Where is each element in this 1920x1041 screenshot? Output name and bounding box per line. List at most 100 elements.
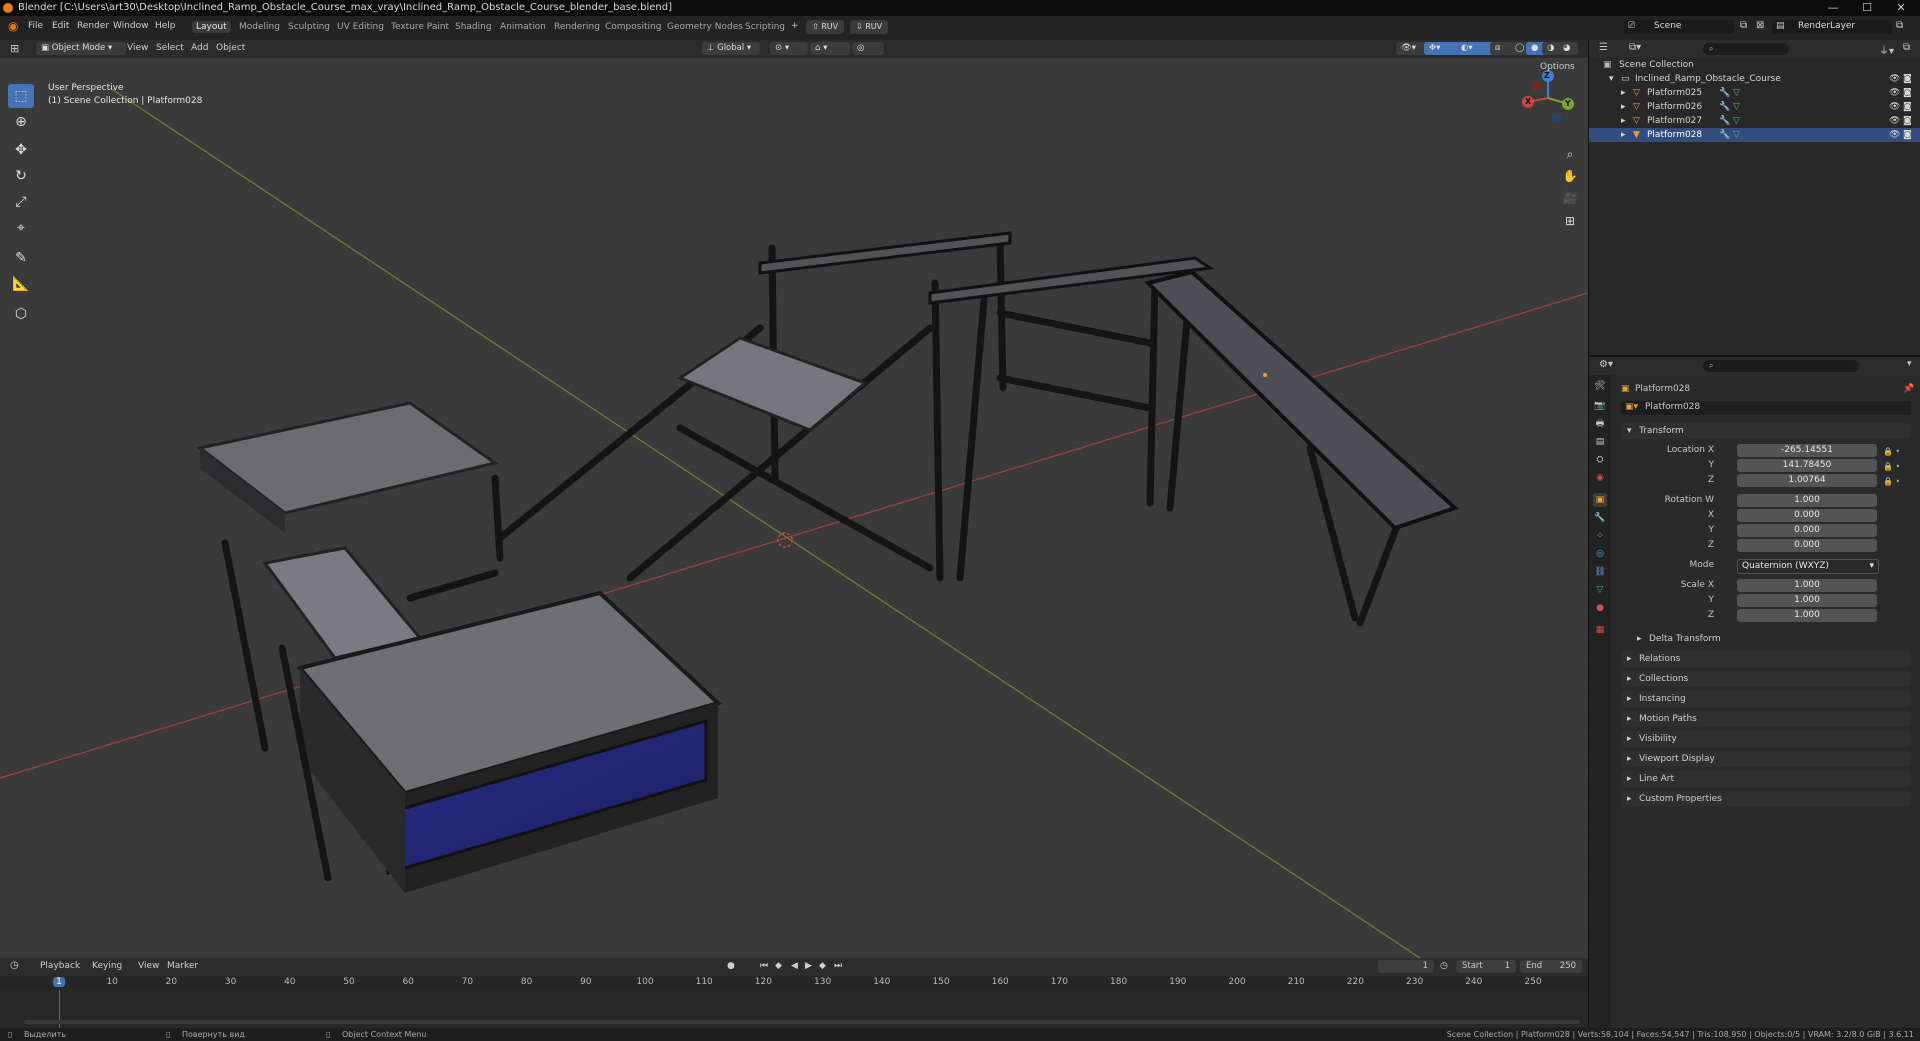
line-art-section[interactable]: ▸ Line Art [1621, 771, 1911, 787]
custom-properties-section[interactable]: ▸ Custom Properties [1621, 791, 1911, 807]
modifiers-tab-icon[interactable]: 🔧 [1593, 511, 1607, 525]
outliner-object-row[interactable]: ▸ ▽ Platform026 🔧 ▽ 👁 ◙ [1589, 100, 1920, 114]
view-layer-tab-icon[interactable]: ▤ [1593, 435, 1607, 449]
object-visibility-icon[interactable]: 👁 [1889, 100, 1900, 114]
scale-y-field[interactable]: 1.000 [1737, 594, 1877, 607]
object-render-icon[interactable]: ◙ [1903, 114, 1912, 128]
collection-expand-icon[interactable]: ▾ [1609, 72, 1614, 86]
frame-ruler[interactable]: 1 10 20 30 40 50 60 70 80 90 100 110 120 130 140 150 160… [0, 976, 1588, 990]
play-reverse-icon[interactable]: ◀ [791, 961, 798, 971]
object-render-icon[interactable]: ◙ [1903, 128, 1912, 142]
lock-icon[interactable]: 🔒 • [1883, 459, 1911, 474]
rotation-y-field[interactable]: 0.000 [1737, 524, 1877, 537]
material-tab-icon[interactable]: ● [1593, 601, 1607, 615]
new-layer-icon[interactable]: ⧉ [1896, 20, 1903, 31]
location-z-field[interactable]: 1.00764 [1737, 474, 1877, 487]
collection-visibility-icon[interactable]: 👁 [1889, 72, 1900, 86]
start-frame-field[interactable]: Start 1 [1456, 960, 1516, 973]
menu-add[interactable]: Add [191, 43, 208, 53]
add-cube-tool-icon[interactable]: ⬡ [8, 302, 34, 326]
maximize-button[interactable]: ☐ [1852, 0, 1882, 16]
close-button[interactable]: ✕ [1886, 0, 1916, 16]
next-key-icon[interactable]: ◆ [819, 961, 826, 971]
overlay-toggle[interactable]: ◐▾ [1456, 42, 1494, 55]
ruv-button-2[interactable]: ⇩ RUV [850, 20, 889, 34]
location-y-field[interactable]: 141.78450 [1737, 459, 1877, 472]
world-tab-icon[interactable]: ◉ [1593, 471, 1607, 485]
motion-paths-section[interactable]: ▸ Motion Paths [1621, 711, 1911, 727]
tab-rendering[interactable]: Rendering [550, 21, 604, 33]
instancing-section[interactable]: ▸ Instancing [1621, 691, 1911, 707]
outliner-scene-collection[interactable]: ▣ Scene Collection [1589, 58, 1920, 72]
pan-hand-icon[interactable]: ✋ [1560, 166, 1580, 186]
rotate-tool-icon[interactable]: ↻ [8, 164, 34, 188]
relations-section[interactable]: ▸ Relations [1621, 651, 1911, 667]
record-icon[interactable]: ● [727, 961, 735, 971]
pivot-selector[interactable]: ⊙ ▾ [770, 42, 808, 55]
menu-marker[interactable]: Marker [167, 961, 198, 971]
menu-playback[interactable]: Playback [40, 961, 80, 971]
modifier-icon[interactable]: 🔧 [1719, 100, 1730, 114]
ruv-button-1[interactable]: ⇧ RUV [806, 20, 845, 34]
collection-render-icon[interactable]: ◙ [1903, 72, 1912, 86]
menu-timeline-view[interactable]: View [138, 961, 159, 971]
object-expand-icon[interactable]: ▸ [1621, 86, 1626, 100]
object-render-icon[interactable]: ◙ [1903, 86, 1912, 100]
menu-select[interactable]: Select [156, 43, 184, 53]
vertical-area-divider[interactable] [1588, 40, 1589, 1028]
scale-z-field[interactable]: 1.000 [1737, 609, 1877, 622]
menu-object[interactable]: Object [216, 43, 245, 53]
add-workspace-button[interactable]: + [791, 21, 799, 31]
mesh-data-icon[interactable]: ▽ [1733, 86, 1740, 100]
move-tool-icon[interactable]: ✥ [8, 138, 34, 162]
physics-tab-icon[interactable]: ◎ [1593, 547, 1607, 561]
blender-menu-icon[interactable]: ◉ [8, 19, 18, 33]
prev-key-icon[interactable]: ◆ [775, 961, 782, 971]
viewport-display-section[interactable]: ▸ Viewport Display [1621, 751, 1911, 767]
lock-icon[interactable]: 🔒 • [1883, 474, 1911, 489]
menu-window[interactable]: Window [113, 21, 149, 31]
texture-tab-icon[interactable]: ▦ [1593, 623, 1607, 637]
tab-texture-paint[interactable]: Texture Paint [387, 21, 453, 33]
scale-tool-icon[interactable]: ⤢ [8, 190, 34, 214]
snap-toggle[interactable]: ⌂ ▾ [810, 42, 850, 55]
editor-type-icon[interactable]: ⊞ [10, 42, 19, 55]
rotation-x-field[interactable]: 0.000 [1737, 509, 1877, 522]
display-mode-icon[interactable]: ⧉▾ [1629, 42, 1641, 53]
annotate-tool-icon[interactable]: ✎ [8, 246, 34, 270]
rotation-z-field[interactable]: 0.000 [1737, 539, 1877, 552]
object-visibility-icon[interactable]: 👁 [1889, 128, 1900, 142]
pin-icon[interactable]: 📌 [1903, 384, 1914, 394]
menu-file[interactable]: File [28, 21, 43, 31]
minimize-button[interactable]: — [1818, 0, 1848, 16]
delta-transform-section[interactable]: ▸ Delta Transform [1631, 631, 1911, 647]
object-expand-icon[interactable]: ▸ [1621, 114, 1626, 128]
measure-tool-icon[interactable]: 📐 [8, 272, 34, 296]
render-tab-icon[interactable]: 📷 [1593, 399, 1607, 413]
mesh-data-icon[interactable]: ▽ [1733, 128, 1740, 142]
visibility-section[interactable]: ▸ Visibility [1621, 731, 1911, 747]
ortho-toggle-icon[interactable]: ⊞ [1560, 211, 1580, 231]
current-frame-field[interactable]: 1 [1378, 960, 1434, 973]
transform-tool-icon[interactable]: ⌖ [8, 216, 34, 240]
menu-help[interactable]: Help [155, 21, 176, 31]
orientation-selector[interactable]: ⊥ Global ▾ [702, 42, 760, 55]
rotation-mode-dropdown[interactable]: Quaternion (WXYZ) ▾ [1737, 559, 1879, 574]
object-visibility-icon[interactable]: 👁 [1889, 114, 1900, 128]
options-button[interactable]: Options [1540, 62, 1575, 72]
tab-compositing[interactable]: Compositing [601, 21, 665, 33]
3d-viewport[interactable]: User Perspective (1) Scene Collection | … [0, 58, 1588, 958]
delete-scene-icon[interactable]: ⊠ [1756, 20, 1764, 31]
tab-layout[interactable]: Layout [192, 21, 231, 33]
object-visibility-icon[interactable]: 👁 [1889, 86, 1900, 100]
tab-uv-editing[interactable]: UV Editing [333, 21, 388, 33]
filter-icon[interactable]: ⏚▾ [1879, 42, 1894, 57]
jump-start-icon[interactable]: ⏮ [760, 961, 768, 971]
preview-range-icon[interactable]: ◷ [1440, 961, 1448, 971]
tab-modeling[interactable]: Modeling [235, 21, 284, 33]
outliner-collection-row[interactable]: ▾ ▭ Inclined_Ramp_Obstacle_Course 👁 ◙ [1589, 72, 1920, 86]
outliner-object-row[interactable]: ▸ ▽ Platform025 🔧 ▽ 👁 ◙ [1589, 86, 1920, 100]
modifier-icon[interactable]: 🔧 [1719, 86, 1730, 100]
scene-selector[interactable]: ⎚ Scene [1624, 20, 1734, 34]
new-collection-icon[interactable]: ⧉ [1903, 42, 1910, 53]
